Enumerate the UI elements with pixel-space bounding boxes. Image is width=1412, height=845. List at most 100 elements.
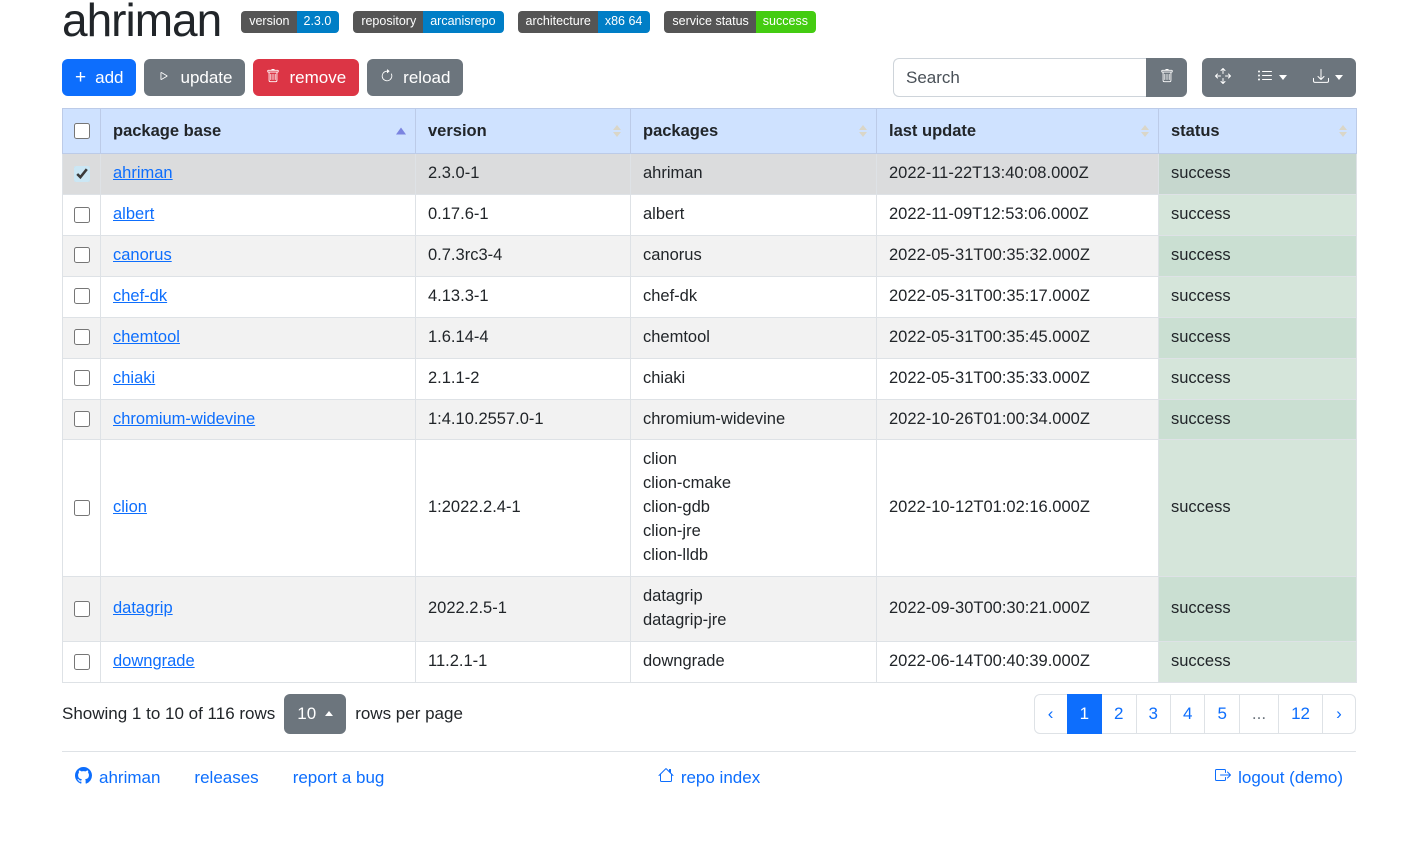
header-badge: service statussuccess: [664, 11, 816, 33]
update-button[interactable]: update: [144, 59, 245, 97]
row-checkbox[interactable]: [74, 500, 90, 516]
column-header-version[interactable]: version: [416, 109, 631, 154]
pagination-bar: Showing 1 to 10 of 116 rows 10 rows per …: [62, 694, 1356, 734]
packages-cell: chromium-widevine: [631, 399, 877, 440]
prev-page-button[interactable]: ‹: [1034, 694, 1068, 734]
package-base-link[interactable]: chiaki: [113, 369, 155, 387]
page-button-2[interactable]: 2: [1101, 694, 1136, 734]
package-base-link[interactable]: clion: [113, 498, 147, 516]
chevron-down-icon: [1335, 75, 1343, 80]
project-link[interactable]: ahriman: [75, 767, 160, 789]
last-update-cell: 2022-06-14T00:40:39.000Z: [877, 641, 1159, 682]
packages-cell: chiaki: [631, 358, 877, 399]
table-row[interactable]: albert 0.17.6-1 albert 2022-11-09T12:53:…: [63, 194, 1357, 235]
row-checkbox[interactable]: [74, 329, 90, 345]
page-button-12[interactable]: 12: [1278, 694, 1323, 734]
column-header-package-base[interactable]: package base: [101, 109, 416, 154]
version-cell: 1.6.14-4: [416, 317, 631, 358]
page-button-1[interactable]: 1: [1067, 694, 1102, 734]
chevron-up-icon: [325, 711, 333, 716]
status-cell: success: [1159, 154, 1357, 195]
version-cell: 2.3.0-1: [416, 154, 631, 195]
table-row[interactable]: datagrip 2022.2.5-1 datagripdatagrip-jre…: [63, 577, 1357, 642]
table-view-buttons: [1202, 58, 1356, 97]
page-button-3[interactable]: 3: [1136, 694, 1171, 734]
packages-cell: canorus: [631, 235, 877, 276]
add-button[interactable]: + add: [62, 59, 136, 97]
row-checkbox[interactable]: [74, 654, 90, 670]
play-icon: [157, 66, 171, 90]
remove-button[interactable]: remove: [253, 59, 359, 97]
select-all-checkbox[interactable]: [74, 123, 90, 139]
page: ahriman version2.3.0repositoryarcanisrep…: [62, 0, 1356, 789]
row-checkbox[interactable]: [74, 601, 90, 617]
columns-dropdown-button[interactable]: [1244, 58, 1300, 97]
package-base-link[interactable]: chemtool: [113, 328, 180, 346]
column-header-status[interactable]: status: [1159, 109, 1357, 154]
column-header-last-update[interactable]: last update: [877, 109, 1159, 154]
table-row[interactable]: canorus 0.7.3rc3-4 canorus 2022-05-31T00…: [63, 235, 1357, 276]
row-checkbox[interactable]: [74, 207, 90, 223]
package-base-link[interactable]: downgrade: [113, 652, 195, 670]
row-checkbox[interactable]: [74, 247, 90, 263]
last-update-cell: 2022-05-31T00:35:32.000Z: [877, 235, 1159, 276]
table-row[interactable]: clion 1:2022.2.4-1 clionclion-cmakeclion…: [63, 440, 1357, 577]
clear-search-button[interactable]: [1146, 58, 1187, 97]
ellipsis-page-button[interactable]: ...: [1239, 694, 1279, 734]
action-buttons: + add update remove reload: [62, 59, 463, 97]
fullscreen-arrows-icon: [1215, 68, 1231, 87]
version-cell: 1:2022.2.4-1: [416, 440, 631, 577]
page-button-5[interactable]: 5: [1204, 694, 1239, 734]
sort-both-icon: [1339, 125, 1347, 137]
package-base-link[interactable]: albert: [113, 205, 154, 223]
table-row[interactable]: chiaki 2.1.1-2 chiaki 2022-05-31T00:35:3…: [63, 358, 1357, 399]
fullscreen-button[interactable]: [1202, 58, 1244, 97]
table-row[interactable]: chef-dk 4.13.3-1 chef-dk 2022-05-31T00:3…: [63, 276, 1357, 317]
last-update-cell: 2022-05-31T00:35:33.000Z: [877, 358, 1159, 399]
clear-search-trash-icon: [1160, 69, 1174, 86]
page-summary: Showing 1 to 10 of 116 rows 10 rows per …: [62, 694, 463, 734]
report-bug-link[interactable]: report a bug: [293, 767, 385, 789]
table-row[interactable]: chromium-widevine 1:4.10.2557.0-1 chromi…: [63, 399, 1357, 440]
package-base-link[interactable]: chromium-widevine: [113, 410, 255, 428]
reload-button[interactable]: reload: [367, 59, 463, 97]
packages-cell: ahriman: [631, 154, 877, 195]
version-cell: 2.1.1-2: [416, 358, 631, 399]
last-update-cell: 2022-05-31T00:35:45.000Z: [877, 317, 1159, 358]
row-checkbox[interactable]: [74, 288, 90, 304]
table-row[interactable]: downgrade 11.2.1-1 downgrade 2022-06-14T…: [63, 641, 1357, 682]
repo-index-link[interactable]: repo index: [658, 767, 760, 788]
package-base-link[interactable]: datagrip: [113, 599, 173, 617]
pager: ‹ 1 2 3 4 5 ... 12 ›: [1034, 694, 1356, 734]
table-header-row: package base version packages last updat…: [63, 109, 1357, 154]
logout-icon: [1215, 767, 1231, 788]
logout-link[interactable]: logout (demo): [1215, 767, 1343, 788]
package-base-link[interactable]: canorus: [113, 246, 172, 264]
last-update-cell: 2022-05-31T00:35:17.000Z: [877, 276, 1159, 317]
releases-link[interactable]: releases: [194, 767, 258, 789]
sort-both-icon: [613, 125, 621, 137]
showing-rows-text: Showing 1 to 10 of 116 rows: [62, 704, 275, 724]
next-page-button[interactable]: ›: [1322, 694, 1356, 734]
table-tools: [893, 58, 1356, 97]
search-input[interactable]: [893, 58, 1146, 97]
row-checkbox[interactable]: [74, 370, 90, 386]
sort-both-icon: [859, 125, 867, 137]
rows-per-page-dropdown[interactable]: 10: [284, 694, 346, 734]
column-header-packages[interactable]: packages: [631, 109, 877, 154]
status-cell: success: [1159, 194, 1357, 235]
version-cell: 1:4.10.2557.0-1: [416, 399, 631, 440]
row-checkbox[interactable]: [74, 411, 90, 427]
package-base-link[interactable]: ahriman: [113, 164, 173, 182]
sort-both-icon: [1141, 125, 1149, 137]
footer: ahriman releases report a bug repo index…: [62, 751, 1356, 789]
table-row[interactable]: chemtool 1.6.14-4 chemtool 2022-05-31T00…: [63, 317, 1357, 358]
search-group: [893, 58, 1187, 97]
status-cell: success: [1159, 641, 1357, 682]
package-base-link[interactable]: chef-dk: [113, 287, 167, 305]
packages-cell: chemtool: [631, 317, 877, 358]
table-row[interactable]: ahriman 2.3.0-1 ahriman 2022-11-22T13:40…: [63, 154, 1357, 195]
row-checkbox[interactable]: [74, 166, 90, 182]
page-button-4[interactable]: 4: [1170, 694, 1205, 734]
export-dropdown-button[interactable]: [1300, 58, 1356, 97]
